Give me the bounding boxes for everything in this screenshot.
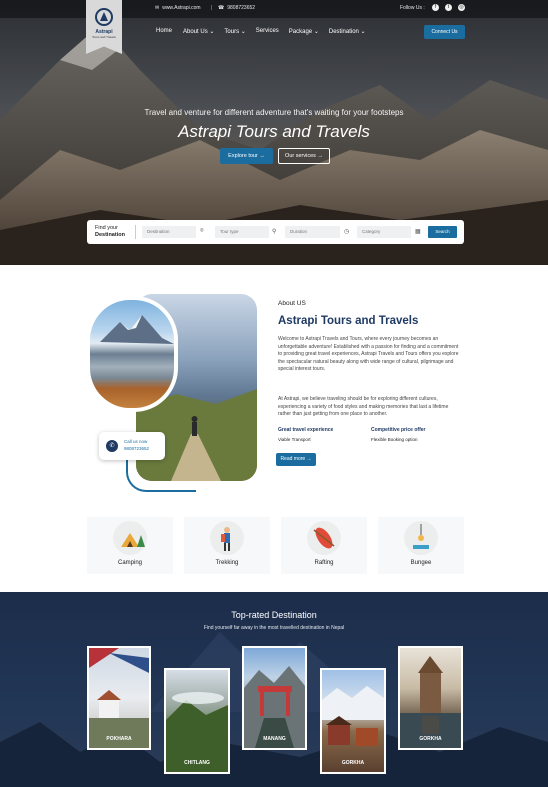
brand-logo[interactable]: Astrapi Tours and Travels (86, 0, 122, 54)
feature-text-2: Flexible Booking option (371, 437, 418, 442)
category-field[interactable]: Category (357, 226, 411, 238)
feature-title-2: Competitive price offer (371, 427, 426, 433)
hero-subtitle: Travel and venture for different adventu… (144, 108, 404, 117)
chitlang-image (166, 692, 228, 772)
phone-text: 9808723652 (227, 5, 256, 11)
activity-card-camping[interactable]: Camping (87, 517, 173, 574)
destination-label: MANANG (263, 736, 286, 742)
destination-field[interactable]: Destination (142, 226, 196, 238)
hero-section: ✉ www.Astrapi.com | ☎ 9808723652 Follow … (0, 0, 548, 265)
destinations-title: Top-rated Destination (231, 610, 317, 620)
twitter-icon[interactable]: t (445, 4, 452, 11)
phone-icon: ✆ (106, 440, 118, 452)
logo-emblem-icon (95, 8, 113, 26)
call-label: Call us now (124, 439, 148, 444)
feature-title-1: Great travel experience (278, 427, 334, 433)
about-paragraph-1: Welcome to Astrapi Travels and Tours, wh… (278, 336, 459, 372)
rafting-icon (307, 521, 341, 555)
instagram-icon[interactable]: ◎ (458, 4, 465, 11)
gorkha-temple-image (400, 656, 461, 748)
destination-label: CHITLANG (184, 760, 210, 766)
activity-name: Rafting (314, 560, 334, 566)
call-us-card[interactable]: ✆ Call us now 9808723652 (99, 432, 165, 460)
nav-tours[interactable]: Tours ⌄ (224, 28, 245, 35)
explore-tour-button[interactable]: Explore tour → (220, 148, 273, 164)
manang-image (244, 666, 305, 748)
destination-card-gorkha-1[interactable]: GORKHA (320, 668, 386, 774)
destination-label: GORKHA (419, 736, 442, 742)
about-label: About US (278, 300, 306, 307)
page: ✉ www.Astrapi.com | ☎ 9808723652 Follow … (0, 0, 548, 787)
destinations-subtitle: Find yourself far away in the most trave… (203, 625, 345, 631)
read-more-button[interactable]: Read more → (276, 453, 316, 466)
destination-label: POKHARA (106, 736, 132, 742)
gorkha-village-image (322, 686, 384, 746)
activity-card-bungee[interactable]: Bungee (378, 517, 464, 574)
destination-card-pokhara[interactable]: POKHARA (87, 646, 151, 750)
destination-card-gorkha-2[interactable]: GORKHA (398, 646, 463, 750)
location-pin-icon: ⌾ (200, 228, 204, 234)
walker-icon: ⚲ (272, 229, 277, 235)
trekking-icon (210, 521, 244, 555)
top-bar (0, 0, 548, 18)
pokhara-image (89, 648, 149, 748)
call-number: 9808723652 (124, 446, 150, 451)
follow-us-label: Follow Us : (400, 5, 425, 11)
feature-text-1: Viable Transport (278, 437, 311, 442)
lake-illustration (100, 315, 174, 344)
tour-type-field[interactable]: Tour type (215, 226, 269, 238)
destination-card-manang[interactable]: MANANG (242, 646, 307, 750)
duration-field[interactable]: Duration (285, 226, 340, 238)
mail-icon: ✉ (155, 5, 160, 11)
destination-label: GORKHA (341, 760, 365, 766)
topbar-separator: | (211, 5, 213, 11)
main-nav: Home About Us ⌄ Tours ⌄ Services Package… (156, 28, 376, 35)
search-label: Find your Destination (95, 225, 125, 238)
bungee-icon (404, 521, 438, 555)
category-icon: ▦ (415, 229, 421, 235)
search-button[interactable]: Search (428, 226, 457, 238)
camping-icon (113, 521, 147, 555)
nav-about-us[interactable]: About Us ⌄ (183, 28, 214, 35)
destination-card-chitlang[interactable]: CHITLANG (164, 668, 230, 774)
phone-icon: ☎ (218, 5, 225, 11)
search-divider (135, 225, 136, 239)
activity-card-rafting[interactable]: Rafting (281, 517, 367, 574)
nav-destination[interactable]: Destination ⌄ (329, 28, 366, 35)
email-text: www.Astrapi.com (162, 5, 201, 11)
activity-card-trekking[interactable]: Trekking (184, 517, 270, 574)
topbar-phone[interactable]: ☎ 9808723652 (218, 5, 255, 11)
activity-name: Camping (117, 560, 142, 566)
activity-name: Bungee (410, 560, 432, 566)
social-links: f t ◎ (432, 4, 465, 11)
search-bar: Find your Destination Destination ⌾ Tour… (87, 220, 464, 244)
nav-services[interactable]: Services (256, 28, 279, 35)
about-paragraph-2: At Astrapi, we believe traveling should … (278, 396, 449, 417)
connect-us-button[interactable]: Connect Us (424, 25, 465, 39)
topbar-email[interactable]: ✉ www.Astrapi.com (155, 5, 201, 11)
nav-package[interactable]: Package ⌄ (289, 28, 319, 35)
brand-tagline: Tours and Travels (92, 35, 116, 39)
clock-icon: ◷ (344, 229, 350, 235)
hero-title: Astrapi Tours and Travels (178, 122, 370, 141)
activity-name: Trekking (215, 560, 239, 566)
mountain-lake-image (86, 296, 178, 412)
about-title: Astrapi Tours and Travels (278, 315, 419, 327)
our-services-button[interactable]: Our services → (278, 148, 330, 164)
nav-home[interactable]: Home (156, 28, 172, 35)
facebook-icon[interactable]: f (432, 4, 439, 11)
